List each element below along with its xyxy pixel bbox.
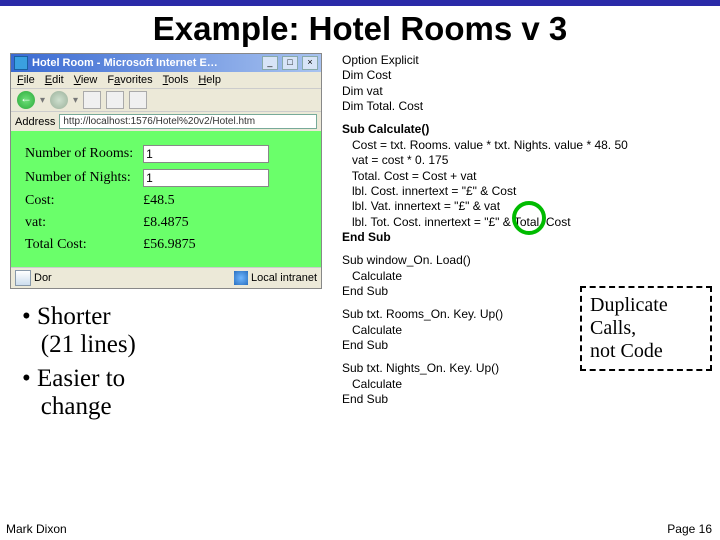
bullet-2: • Easier to change [22,365,330,421]
stop-icon[interactable] [83,91,101,109]
nights-label: Number of Nights: [21,167,137,189]
footer-author: Mark Dixon [6,522,67,536]
dropdown-icon-2[interactable]: ▾ [73,95,78,106]
browser-window: Hotel Room - Microsoft Internet E… _ □ ×… [10,53,322,289]
maximize-button[interactable]: □ [282,56,298,70]
ie-icon [14,56,28,70]
home-icon[interactable] [129,91,147,109]
address-label: Address [15,116,55,128]
code-declarations: Option Explicit Dim Cost Dim vat Dim Tot… [342,53,710,114]
close-button[interactable]: × [302,56,318,70]
slide-title: Example: Hotel Rooms v 3 [0,10,720,48]
bullet-1: • Shorter (21 lines) [22,303,330,359]
bullet-list: • Shorter (21 lines) • Easier to change [22,303,330,421]
browser-addressbar: Address http://localhost:1576/Hotel%20v2… [11,111,321,131]
menu-edit[interactable]: Edit [45,74,64,86]
back-icon[interactable] [17,91,35,109]
forward-icon[interactable] [50,91,68,109]
browser-statusbar: Dor Local intranet [11,267,321,288]
callout-box: Duplicate Calls, not Code [580,286,712,371]
intranet-icon [234,271,248,285]
callout-line-3: not Code [590,340,702,363]
minimize-button[interactable]: _ [262,56,278,70]
nights-input[interactable] [143,169,269,187]
menu-favorites[interactable]: Favorites [107,74,152,86]
refresh-icon[interactable] [106,91,124,109]
callout-line-1: Duplicate [590,294,702,317]
cost-value: £48.5 [139,191,273,211]
browser-menubar: FFileile Edit View Favorites Tools Help [11,72,321,88]
total-label: Total Cost: [21,235,137,255]
window-title: Hotel Room - Microsoft Internet E… [32,57,261,69]
menu-file[interactable]: FFileile [17,74,35,86]
vat-label: vat: [21,213,137,233]
menu-help[interactable]: Help [198,74,221,86]
rooms-input[interactable] [143,145,269,163]
rooms-label: Number of Rooms: [21,143,137,165]
callout-line-2: Calls, [590,317,702,340]
total-value: £56.9875 [139,235,273,255]
browser-titlebar: Hotel Room - Microsoft Internet E… _ □ × [11,54,321,72]
slide-top-rule [0,0,720,6]
browser-toolbar: ▾ ▾ [11,88,321,111]
page-body: Number of Rooms: Number of Nights: Cost:… [11,131,321,267]
menu-view[interactable]: View [74,74,98,86]
cost-label: Cost: [21,191,137,211]
status-done: Dor [34,272,52,284]
dropdown-icon[interactable]: ▾ [40,95,45,106]
address-url[interactable]: http://localhost:1576/Hotel%20v2/Hotel.h… [59,114,317,129]
code-calculate: Sub Calculate() Cost = txt. Rooms. value… [342,122,710,245]
window-buttons: _ □ × [261,56,318,70]
vat-value: £8.4875 [139,213,273,233]
document-icon [15,270,31,286]
status-zone: Local intranet [251,272,317,284]
menu-tools[interactable]: Tools [163,74,189,86]
footer-page: Page 16 [667,522,712,536]
